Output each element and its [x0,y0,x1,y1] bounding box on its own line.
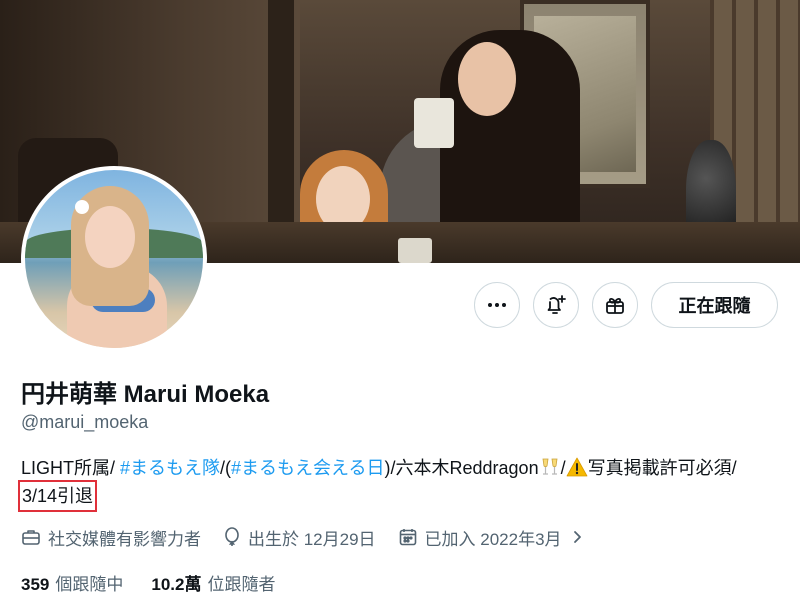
more-horizontal-icon [488,303,506,307]
avatar-photo [25,170,203,348]
more-button[interactable] [474,282,520,328]
follow-stats: 359 個跟隨中 10.2萬 位跟隨者 [21,570,303,595]
bio-text: /( [220,458,232,478]
briefcase-icon [22,530,40,545]
following-label: 個跟隨中 [55,575,124,594]
calendar-icon [399,529,416,546]
followers-label: 位跟隨者 [207,575,276,594]
hashtag-link[interactable]: #まるもえ隊 [120,458,220,478]
banner-person-face [458,42,516,116]
bio-text: )/六本木Reddragon [384,458,539,478]
gift-icon [606,297,624,314]
joined-label: 已加入 2022年3月 [424,529,562,549]
warning-icon [566,457,588,477]
following-button[interactable]: 正在跟隨 [651,282,778,328]
avatar[interactable] [21,166,207,352]
category-label: 社交媒體有影響力者 [48,529,201,549]
notify-button[interactable] [533,282,579,328]
birthday-item: 出生於 12月29日 [223,525,376,550]
balloon-icon [225,527,239,546]
banner-glass [398,238,432,263]
user-handle: @marui_moeka [21,412,149,432]
highlighted-retirement-text: 3/14引退 [17,480,98,512]
joined-item[interactable]: 已加入 2022年3月 [398,525,591,550]
category-item: 社交媒體有影響力者 [21,525,201,550]
gift-button[interactable] [592,282,638,328]
profile-bio: LIGHT所属/ #まるもえ隊/(#まるもえ会える日)/六本木Reddragon… [17,454,781,512]
followers-count: 10.2萬 [151,575,202,594]
followers-stat[interactable]: 10.2萬 位跟隨者 [151,570,275,595]
display-name: 円井萌華 Marui Moeka [21,381,270,408]
following-stat[interactable]: 359 個跟隨中 [21,570,123,595]
bio-text: LIGHT所属/ [21,458,121,478]
bio-text: 写真掲載許可必須/ [587,458,737,478]
following-count: 359 [21,575,50,594]
bell-plus-icon [547,295,566,314]
champagne-clink-icon [542,458,558,475]
chevron-right-icon [573,531,581,543]
hashtag-link[interactable]: #まるもえ会える日 [231,458,384,478]
birthday-label: 出生於 12月29日 [248,529,376,549]
banner-cup [414,98,454,148]
profile-meta: 社交媒體有影響力者 出生於 12月29日 已加入 2022年3月 [21,524,613,550]
